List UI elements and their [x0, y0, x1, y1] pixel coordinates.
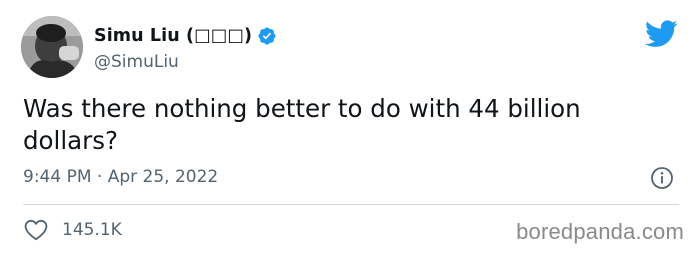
tweet-timestamp[interactable]: 9:44 PM · Apr 25, 2022 [23, 167, 218, 187]
avatar-photo [21, 16, 83, 78]
verified-badge-icon [257, 26, 277, 46]
author-handle[interactable]: @SimuLiu [94, 52, 179, 72]
tweet-date: Apr 25, 2022 [107, 167, 219, 187]
twitter-bird-icon[interactable] [645, 20, 678, 48]
timestamp-separator: · [96, 167, 103, 187]
tweet-time: 9:44 PM [23, 167, 92, 187]
heart-icon [24, 219, 48, 241]
like-button[interactable]: 145.1K [24, 219, 122, 241]
display-name[interactable]: Simu Liu (□□□) [94, 26, 252, 46]
like-count: 145.1K [62, 220, 122, 240]
author-name-row: Simu Liu (□□□) [94, 24, 277, 48]
tweet-text: Was there nothing better to do with 44 b… [23, 94, 581, 155]
divider [23, 204, 679, 205]
info-icon[interactable] [650, 166, 674, 190]
avatar[interactable] [21, 16, 83, 78]
watermark: boredpanda.com [516, 219, 684, 244]
